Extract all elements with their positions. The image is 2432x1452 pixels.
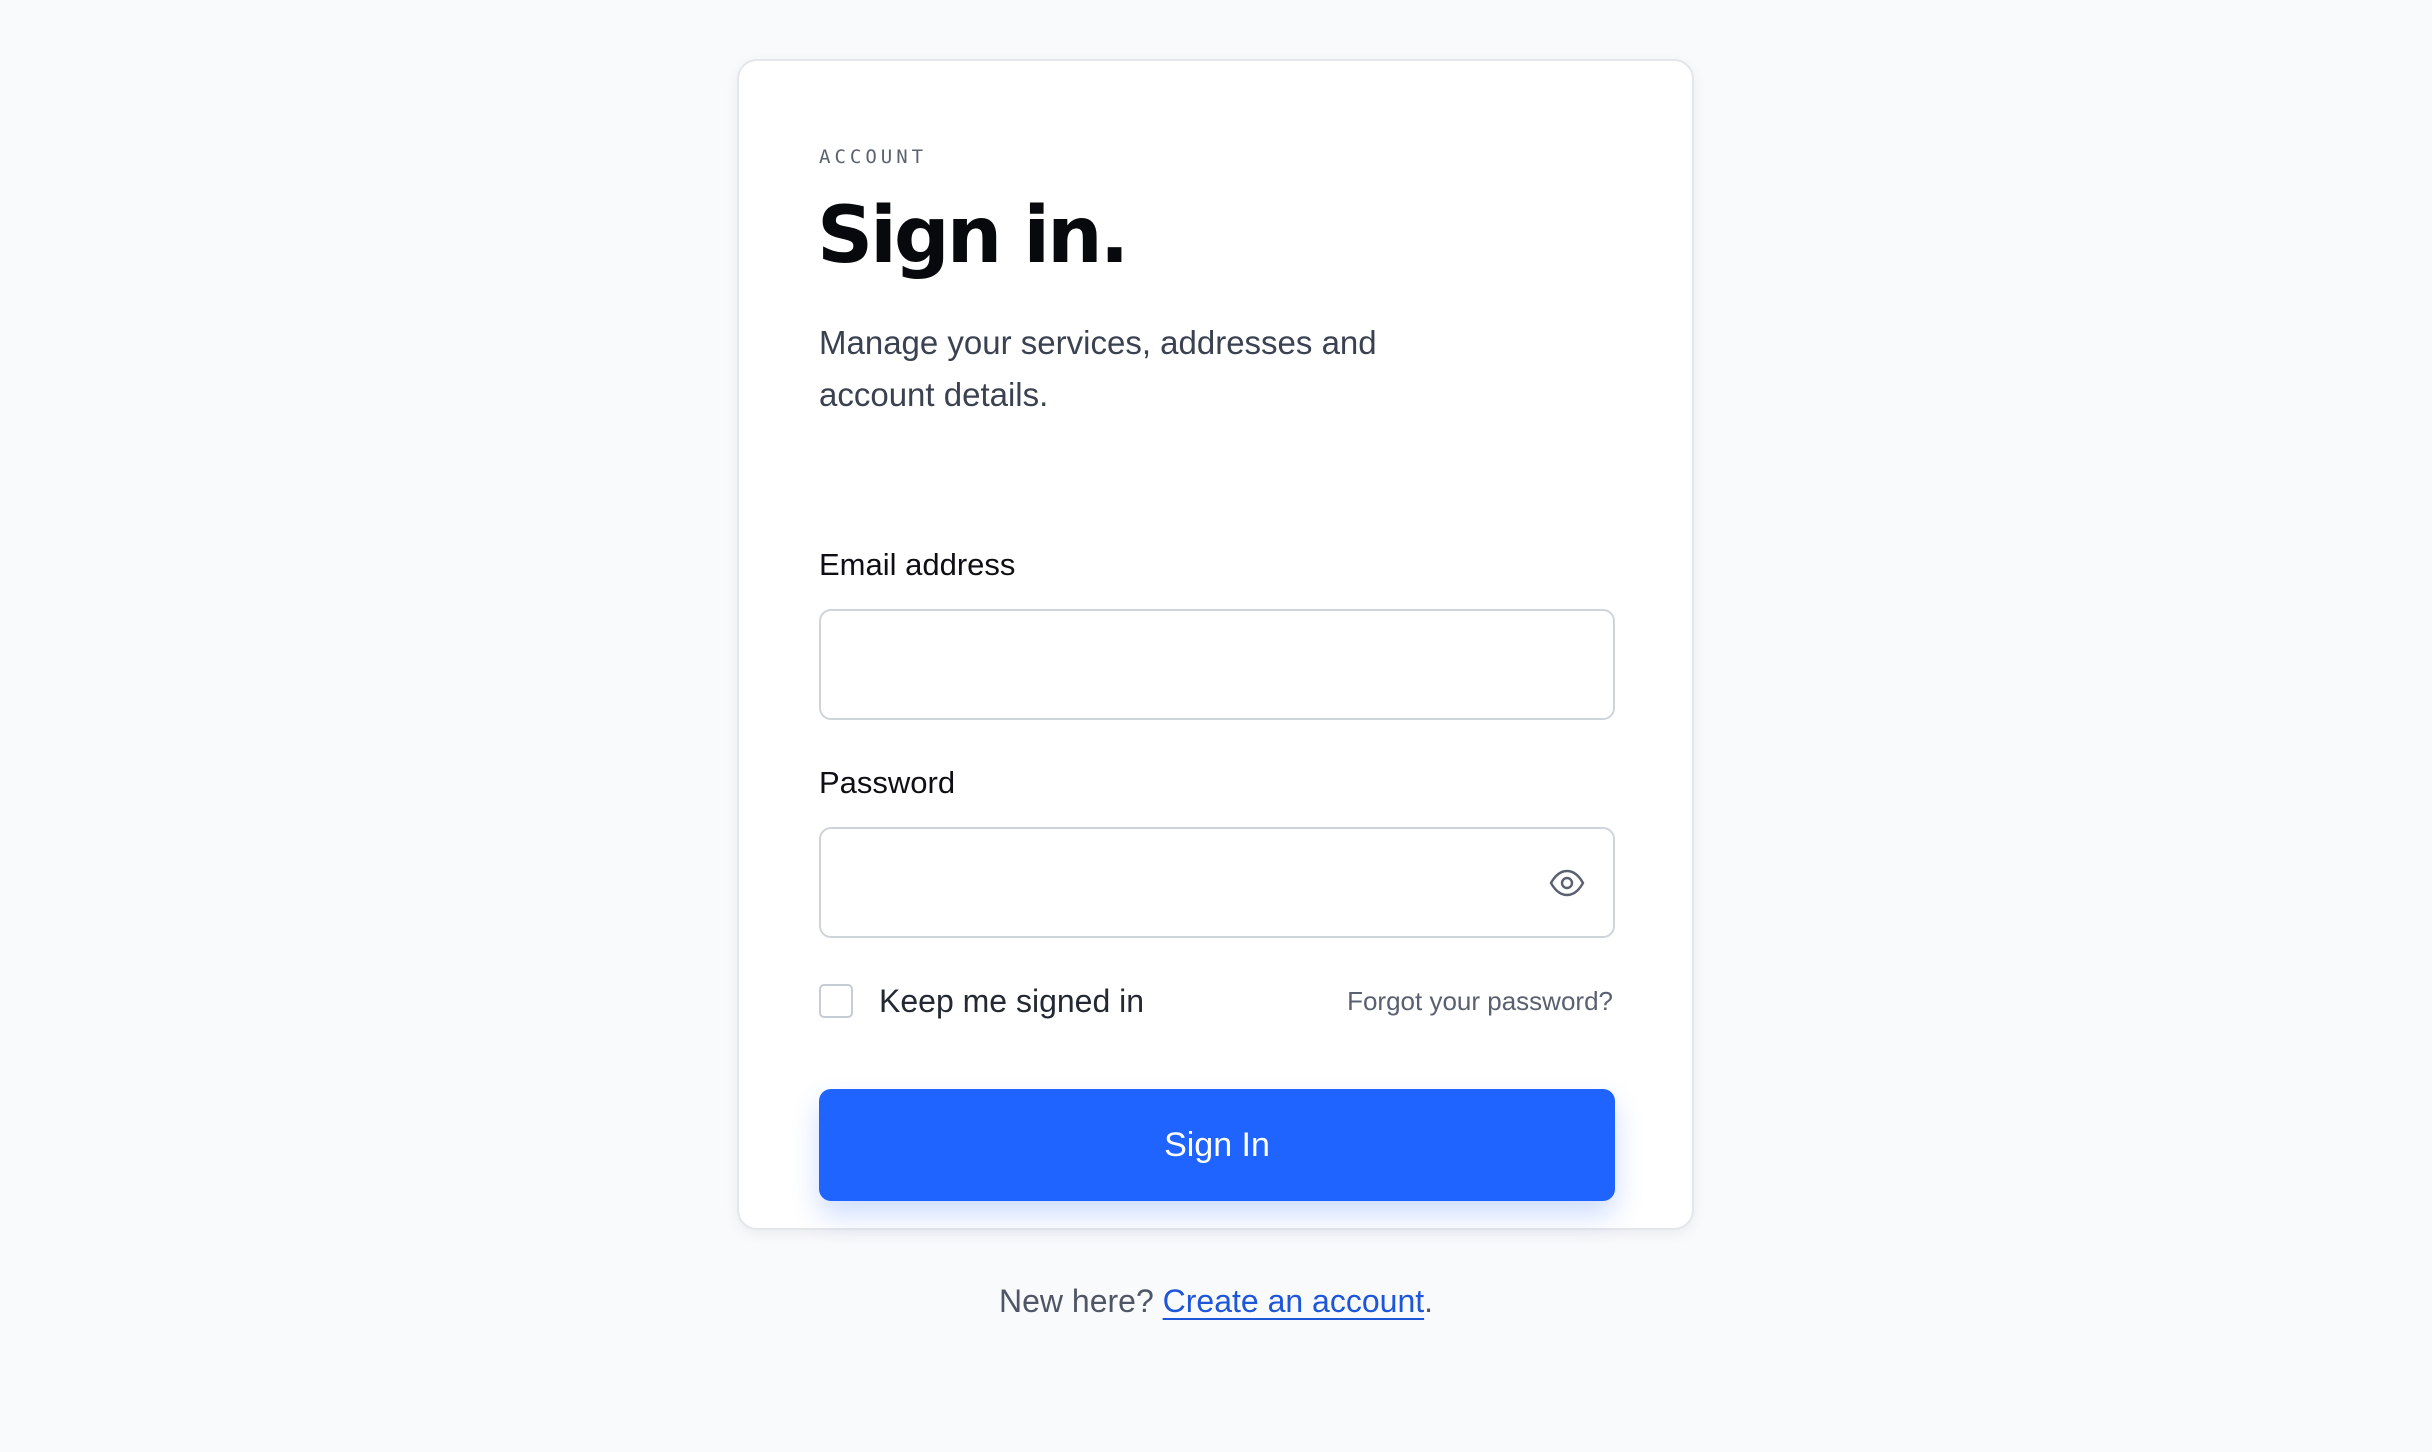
- password-field-wrapper: [819, 827, 1615, 938]
- eye-icon[interactable]: [1549, 867, 1585, 899]
- email-field-wrapper: [819, 609, 1615, 720]
- page-title: Sign in.: [817, 191, 1129, 281]
- signup-prompt-suffix: .: [1424, 1283, 1434, 1319]
- email-label: Email address: [819, 547, 1016, 582]
- create-account-link[interactable]: Create an account: [1163, 1283, 1425, 1319]
- forgot-password-link[interactable]: Forgot your password?: [1347, 988, 1613, 1014]
- signup-prompt: New here? Create an account.: [0, 1285, 2432, 1317]
- sign-in-button[interactable]: Sign In: [819, 1089, 1615, 1201]
- password-label: Password: [819, 765, 956, 800]
- keep-signed-in-checkbox[interactable]: [819, 984, 853, 1018]
- email-field[interactable]: [821, 611, 1613, 718]
- keep-signed-in-label[interactable]: Keep me signed in: [879, 985, 1144, 1017]
- page-subtitle: Manage your services, addresses and acco…: [819, 324, 1377, 413]
- signup-prompt-text: New here?: [998, 1283, 1154, 1319]
- password-field[interactable]: [821, 829, 1613, 936]
- eyebrow-label: ACCOUNT: [819, 146, 928, 168]
- sign-in-card: ACCOUNT Sign in. Manage your services, a…: [737, 59, 1694, 1230]
